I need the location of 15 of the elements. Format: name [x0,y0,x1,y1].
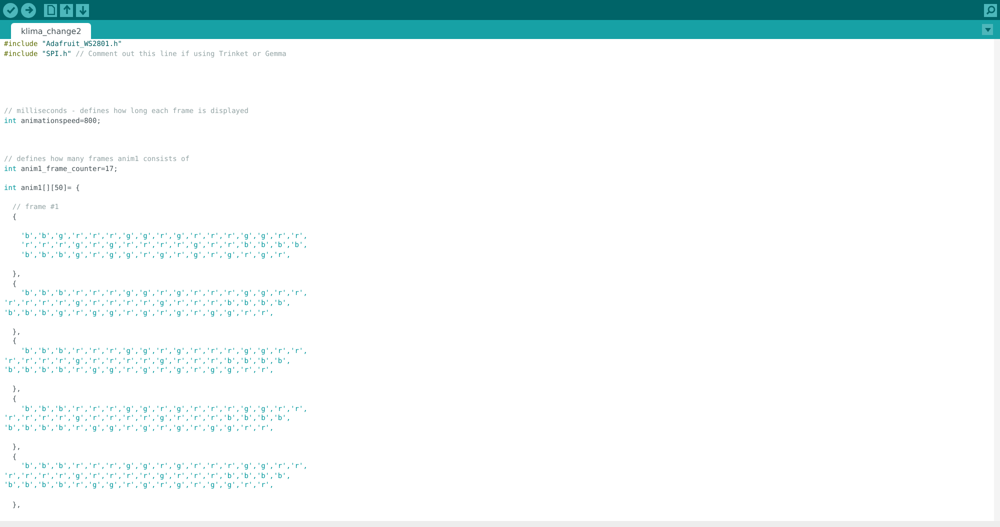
caret-icon [984,28,990,32]
checkmark-icon [6,5,16,15]
document-icon [46,5,54,15]
new-button[interactable] [44,4,57,16]
save-button[interactable] [76,4,89,16]
arrow-up-icon [62,5,70,15]
tab-menu-button[interactable] [982,24,993,35]
file-tab[interactable]: klima_change2 [11,23,92,39]
magnifier-icon [986,5,996,15]
arrow-right-icon [24,5,34,15]
upload-button[interactable] [21,2,36,18]
arrow-down-icon [78,5,86,15]
open-button[interactable] [60,4,73,16]
verify-button[interactable] [3,2,18,18]
serial-monitor-button[interactable] [984,4,997,16]
